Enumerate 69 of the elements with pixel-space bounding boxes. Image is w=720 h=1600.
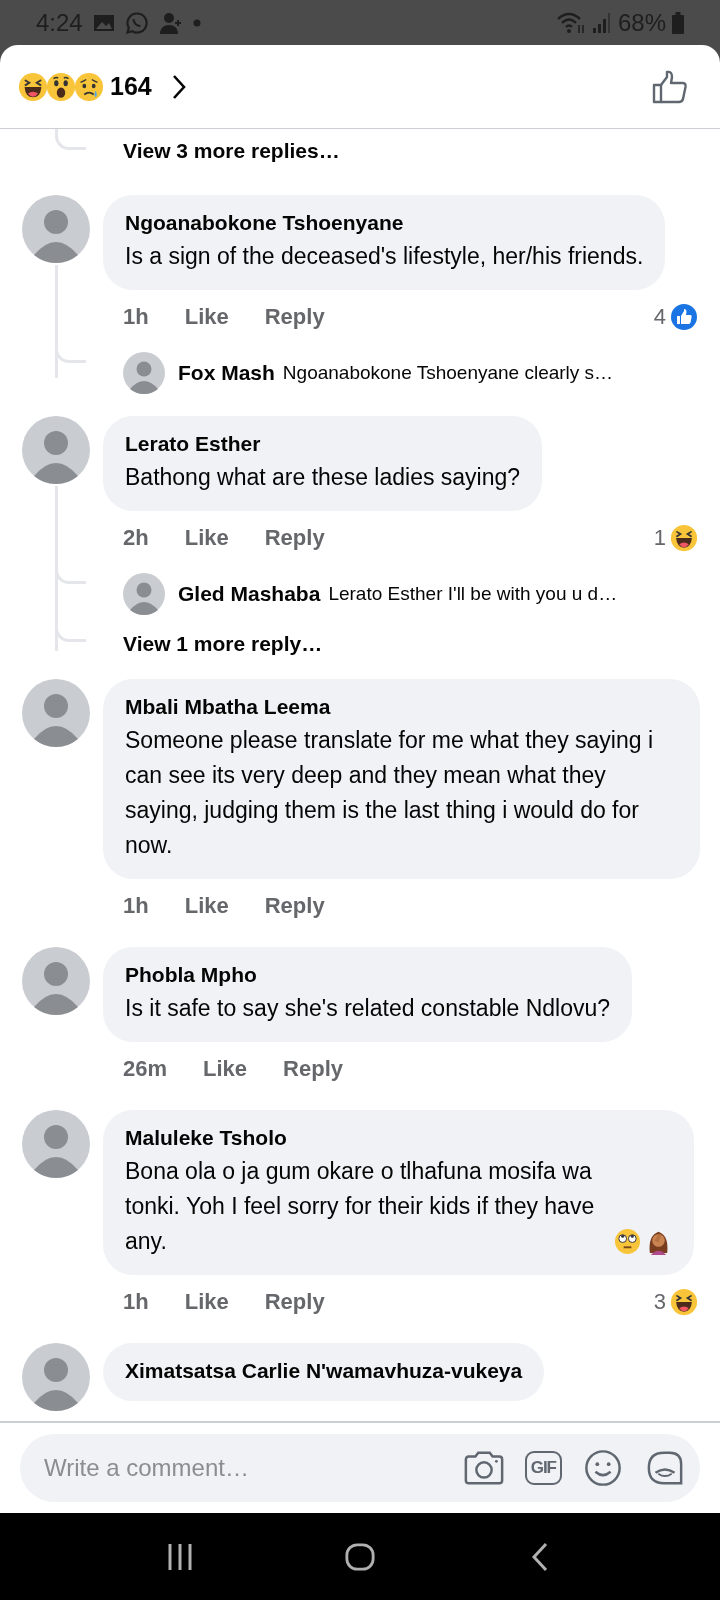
comment-time: 2h xyxy=(123,525,149,551)
image-icon xyxy=(92,12,115,33)
reply-link[interactable]: Reply xyxy=(264,893,325,919)
camera-icon[interactable] xyxy=(462,1449,505,1487)
reply-author[interactable]: Gled Mashaba xyxy=(178,582,321,606)
commenter-name[interactable]: Phobla Mpho xyxy=(125,961,611,989)
comment-text: Is it safe to say she's related constable Ndlovu? xyxy=(125,995,611,1021)
comment-time: 26m xyxy=(123,1056,168,1082)
like-icon[interactable] xyxy=(652,69,688,104)
laughing-emoji-icon xyxy=(670,524,698,552)
commenter-name[interactable]: Maluleke Tsholo xyxy=(125,1124,672,1152)
home-icon[interactable] xyxy=(345,1541,375,1572)
avatar[interactable] xyxy=(22,679,90,747)
laughing-emoji-icon xyxy=(670,1288,698,1316)
avatar[interactable] xyxy=(22,416,90,484)
comment-text: Is a sign of the deceased's lifestyle, her/his friends. xyxy=(125,243,644,269)
avatar[interactable] xyxy=(123,352,165,394)
comment-text: Bathong what are these ladies saying? xyxy=(125,464,521,490)
reaction-count[interactable]: 1 xyxy=(653,524,698,552)
signal-icon xyxy=(591,11,612,34)
reply-link[interactable]: Reply xyxy=(264,525,325,551)
comment-time: 1h xyxy=(123,893,149,919)
reply-link[interactable]: Reply xyxy=(283,1056,343,1082)
like-reaction-icon xyxy=(670,303,698,331)
comment-input-field[interactable]: Write a comment… GIF xyxy=(20,1434,700,1502)
like-link[interactable]: Like xyxy=(184,304,229,330)
reaction-count[interactable]: 3 xyxy=(653,1288,698,1316)
reaction-number: 3 xyxy=(653,1289,666,1315)
avatar[interactable] xyxy=(123,573,165,615)
comment-time: 1h xyxy=(123,1289,149,1315)
laughing-emoji-icon xyxy=(18,71,48,102)
thread-connector xyxy=(55,129,86,150)
gif-button[interactable]: GIF xyxy=(524,1451,562,1485)
comment-text: Bona ola o ja gum okare o tlhafuna mosifa wa tonki. Yoh I feel sorry for their kids if they have any. xyxy=(125,1157,596,1256)
commenter-name[interactable]: Ngoanabokone Tshoenyane xyxy=(125,209,644,237)
wifi-icon xyxy=(555,10,586,35)
reaction-count[interactable]: 4 xyxy=(653,303,698,331)
reply-link[interactable]: Reply xyxy=(264,1289,325,1315)
reply-preview[interactable]: Lerato Esther I'll be with you u d… xyxy=(328,583,618,605)
comment-text: Someone please translate for me what they saying i can see its very deep and they mean what they saying, judging them is the last thing i would do for now. xyxy=(125,727,653,858)
eye-roll-emoji-icon xyxy=(614,1228,641,1255)
crying-emoji-icon xyxy=(74,71,104,102)
commenter-name[interactable]: Ximatsatsa Carlie N'wamavhuza-vukeya xyxy=(125,1357,523,1385)
reply-link[interactable]: Reply xyxy=(264,304,325,330)
chevron-right-icon xyxy=(171,73,186,100)
smiley-icon[interactable] xyxy=(582,1449,624,1487)
reply-preview[interactable]: Ngoanabokone Tshoenyane clearly s… xyxy=(282,362,614,384)
battery-icon xyxy=(672,11,684,34)
reaction-number: 4 xyxy=(653,304,666,330)
like-link[interactable]: Like xyxy=(184,525,229,551)
avatar[interactable] xyxy=(22,195,90,263)
add-person-icon xyxy=(158,10,183,35)
commenter-name[interactable]: Mbali Mbatha Leema xyxy=(125,693,678,721)
comment-time: 1h xyxy=(123,304,149,330)
view-more-replies-link[interactable]: View 1 more reply… xyxy=(123,632,323,656)
commenter-name[interactable]: Lerato Esther xyxy=(125,430,521,458)
avatar[interactable] xyxy=(22,1343,90,1411)
like-link[interactable]: Like xyxy=(184,893,229,919)
avatar[interactable] xyxy=(22,947,90,1015)
reply-author[interactable]: Fox Mash xyxy=(178,361,275,385)
reactions-summary[interactable]: 164 xyxy=(18,71,186,102)
surprised-emoji-icon xyxy=(46,71,76,102)
dot-icon xyxy=(192,18,201,27)
reaction-number: 1 xyxy=(653,525,666,551)
avatar[interactable] xyxy=(22,1110,90,1178)
chat-bubble-icon xyxy=(124,10,149,35)
view-more-replies-link[interactable]: View 3 more replies… xyxy=(123,139,340,163)
like-link[interactable]: Like xyxy=(203,1056,248,1082)
like-link[interactable]: Like xyxy=(184,1289,229,1315)
